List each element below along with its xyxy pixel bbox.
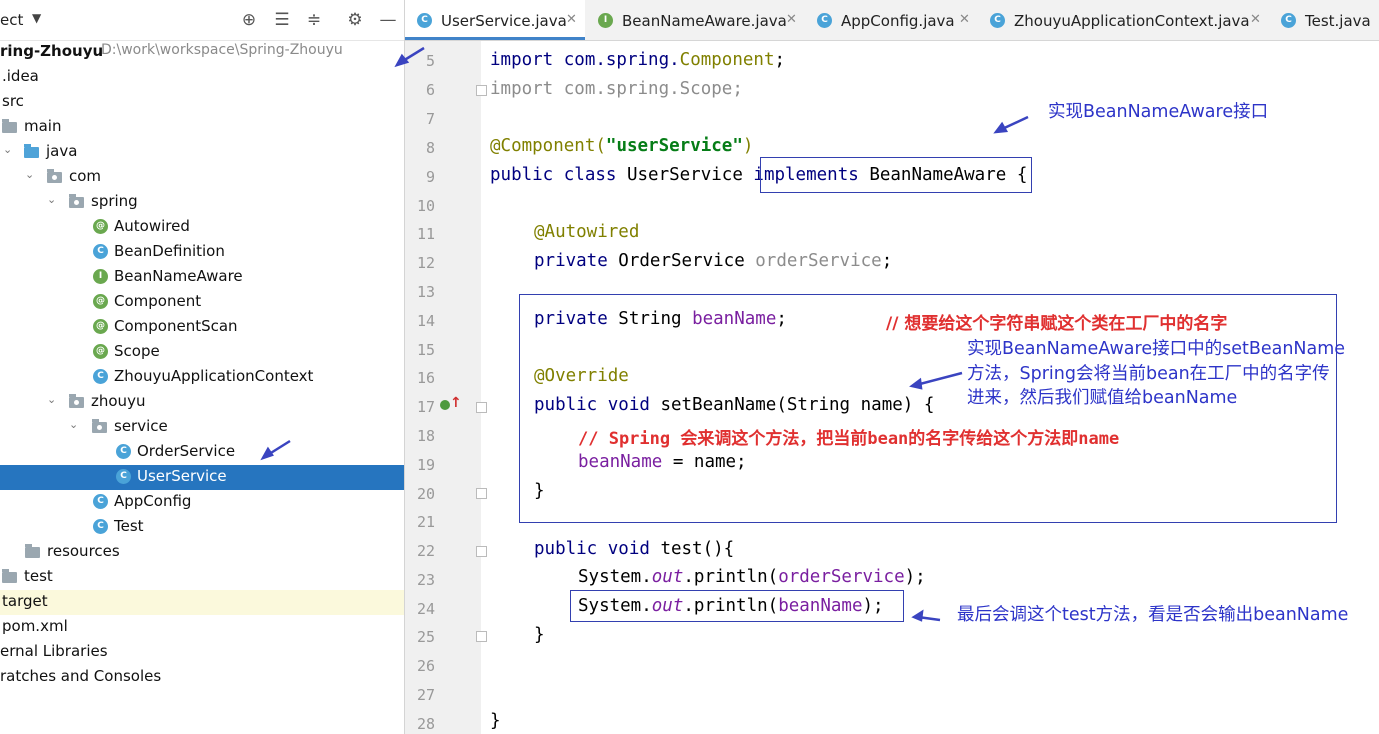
- arrow-head: [394, 53, 410, 68]
- arrow-head: [993, 121, 1009, 134]
- arrow-head: [909, 377, 923, 390]
- arrow-head: [260, 446, 274, 461]
- arrow-head: [911, 609, 924, 622]
- arrow-line: [915, 371, 963, 387]
- annotation-arrows: [260, 46, 1029, 622]
